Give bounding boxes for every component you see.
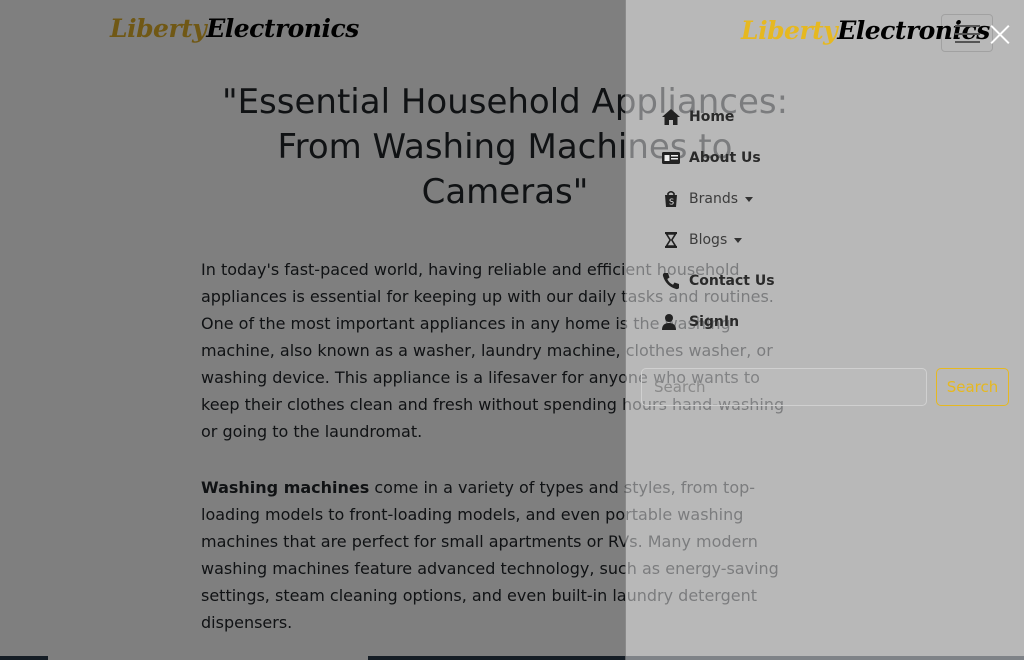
nav-item-signin[interactable]: SignIn [661, 308, 739, 336]
search-button[interactable]: Search [936, 368, 1009, 406]
nav-item-label: Home [689, 109, 735, 125]
hourglass-icon [661, 230, 681, 250]
offcanvas-brand-part1: Liberty [741, 16, 838, 45]
phone-icon [661, 271, 681, 291]
hamburger-icon [955, 25, 980, 27]
navbar-toggler-button[interactable] [941, 14, 993, 52]
chevron-down-icon [745, 196, 753, 202]
user-icon [661, 312, 681, 332]
nav-item-contact-us[interactable]: Contact Us [661, 267, 775, 295]
nav-item-label: About Us [689, 150, 761, 166]
home-icon [661, 107, 681, 127]
nav-item-label: Contact Us [689, 273, 775, 289]
offcanvas-menu: LibertyElectronics Home About Us S Brand… [625, 0, 1024, 660]
nav-item-home[interactable]: Home [661, 103, 734, 131]
close-icon[interactable] [988, 22, 1012, 46]
hamburger-icon-line [955, 41, 980, 43]
nav-item-blogs[interactable]: Blogs [661, 226, 743, 254]
id-card-icon [661, 148, 681, 168]
chevron-down-icon [734, 237, 743, 243]
svg-text:S: S [669, 198, 674, 207]
hamburger-icon-line [955, 33, 980, 35]
nav-item-label: Blogs [689, 232, 728, 248]
nav-item-brands[interactable]: S Brands [661, 185, 753, 213]
nav-item-about-us[interactable]: About Us [661, 144, 761, 172]
nav-item-label: Brands [689, 191, 738, 207]
shopping-bag-icon: S [661, 189, 681, 209]
search-input[interactable] [641, 368, 927, 406]
nav-item-label: SignIn [689, 314, 740, 330]
